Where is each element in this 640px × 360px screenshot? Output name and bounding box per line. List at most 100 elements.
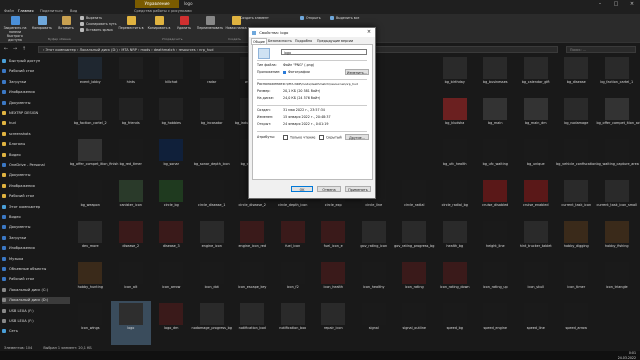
file-item[interactable]: bg_waiting_capture_area [597,137,639,183]
file-item[interactable]: bg_sonar_depth_icon [192,137,233,183]
sidebar-item[interactable]: Быстрый доступ [2,58,40,65]
file-item[interactable]: notification_box [273,301,314,347]
file-item[interactable]: disease_2 [111,219,152,265]
file-item[interactable]: bg_disease [556,55,597,101]
file-item[interactable]: bg_sonar [151,137,192,183]
delete-button[interactable]: Удалить [174,16,194,30]
apply-button[interactable]: Применить [345,186,371,192]
sidebar-item[interactable]: Загрузки [2,79,26,86]
move-to-button[interactable]: Переместить в [118,16,144,30]
filename-field[interactable]: logo [281,49,367,55]
file-item[interactable]: gov_rating_progress_bg [394,219,435,265]
file-item[interactable]: bg_unique [516,137,557,183]
paste-shortcut-button[interactable]: Вставить ярлык [80,28,113,33]
sidebar-item[interactable]: Локальный диск (D:) [2,297,70,305]
file-item[interactable]: engine_icon [192,219,233,265]
file-item[interactable]: speed_engine [475,301,516,347]
file-item[interactable]: hints [111,55,152,101]
file-item[interactable]: icon_dot [192,260,233,306]
file-item[interactable]: notification_bod [232,301,273,347]
context-tab-manage[interactable]: Управление [135,0,179,8]
sidebar-item[interactable]: Загрузки [2,235,26,242]
file-item[interactable]: killchat [151,55,192,101]
file-item[interactable]: icon_rating_up [475,260,516,306]
change-app-button[interactable]: Изменить... [345,69,369,75]
file-item[interactable]: circle_bg [151,178,192,224]
file-item[interactable]: cruise_disabled [475,178,516,224]
sidebar-item[interactable]: Рабочий стол [2,276,34,283]
file-item[interactable]: icon_healthy [354,260,395,306]
ok-button[interactable]: OK [291,186,313,192]
select-all-button[interactable]: Выделить все [330,16,359,21]
cancel-button[interactable]: Отмена [317,186,341,192]
file-item[interactable]: speed_line [516,301,557,347]
sidebar-item[interactable]: Сеть [2,328,18,335]
file-item[interactable]: radar [192,55,233,101]
file-item[interactable]: current_task_icon_small [597,178,637,224]
file-item[interactable]: icon_arrow [151,260,192,306]
forward-arrow-icon[interactable]: → [11,46,19,53]
cut-button[interactable]: Вырезать [80,16,102,21]
back-arrow-icon[interactable]: ← [2,46,10,53]
sidebar-item[interactable]: USB LEXA (F:) [2,308,34,315]
file-item[interactable]: logo [110,301,151,347]
sidebar-item[interactable]: Изображения [2,245,35,252]
file-item[interactable]: cruise_enabled [516,178,557,224]
file-item[interactable]: bg_offer_compet_ition_active [597,96,640,142]
file-item[interactable]: dev_more [70,219,111,265]
sidebar-item[interactable]: hud [2,120,16,127]
open-button[interactable]: Открыть [300,16,321,21]
file-item[interactable]: bg_businesses [475,55,516,101]
sidebar-item[interactable]: Изображения [2,183,35,190]
up-arrow-icon[interactable]: ↑ [20,46,28,53]
paste-button[interactable]: Вставить [55,16,77,30]
file-item[interactable]: bg_incasator [192,96,233,142]
sidebar-item[interactable]: Рабочий стол [2,193,34,200]
file-item[interactable]: icon_rating_down [435,260,476,306]
file-item[interactable]: bg_ufc_health [435,137,476,183]
file-item[interactable]: bg_red_timer [111,137,152,183]
maximize-icon[interactable]: □ [608,0,624,8]
sidebar-item[interactable]: NEXTRP DESIGN [2,110,38,117]
file-item[interactable]: signal [354,301,395,347]
file-item[interactable]: icon_triangle [597,260,638,306]
file-item[interactable]: bg_friends [111,96,152,142]
copy-path-button[interactable]: Скопировать путь [80,22,117,27]
file-item[interactable]: disease_3 [151,219,192,265]
file-item[interactable]: hobby_digging [556,219,597,265]
file-item[interactable]: bg_faction_cartel_2 [70,96,111,142]
file-item[interactable]: bg_weapon [70,178,111,224]
file-item[interactable]: bg_kludsha [435,96,476,142]
sidebar-item[interactable]: Локальный диск (C:) [2,287,48,294]
file-item[interactable]: hint_trucker_tablet [516,219,557,265]
dialog-close-icon[interactable]: × [363,28,375,37]
file-item[interactable]: hobby_hunting [70,260,111,306]
sidebar-item[interactable]: Музыка [2,256,23,263]
advanced-button[interactable]: Другие... [345,134,369,140]
sidebar-item[interactable]: Изображения [2,89,35,96]
sidebar-item[interactable]: USB LEXA (F:) [2,318,34,325]
file-item[interactable]: bg_offer_compet_ition_finish [70,137,118,183]
sidebar-item[interactable]: Видео [2,214,21,221]
file-item[interactable]: repair_icon [313,301,354,347]
sidebar-item[interactable]: OneDrive - Personal [2,162,45,169]
create-item-button[interactable]: Создать элемент [240,16,269,21]
close-icon[interactable]: × [624,0,640,8]
file-item[interactable]: bg_main_dm [516,96,557,142]
file-item[interactable]: circle_radial [394,178,435,224]
clock[interactable]: 0:01 24.03.2022 [618,351,636,360]
file-item[interactable]: nodamage_progress_bg [192,301,233,347]
file-item[interactable]: fuel_icon [273,219,314,265]
file-item[interactable]: canister_icon [111,178,152,224]
file-item[interactable]: height_line [475,219,516,265]
file-item[interactable]: icon_health [313,260,354,306]
file-item[interactable]: bg_hobbies [151,96,192,142]
file-item[interactable]: icon_wings [70,301,111,347]
file-item[interactable]: bg_ufc_waiting [475,137,516,183]
pin-button[interactable]: Закрепить на панели быстрого доступа [2,16,28,42]
file-item[interactable]: bg_vehicle_confiscation [556,137,597,183]
file-item[interactable]: engine_icon_red [232,219,273,265]
sidebar-item[interactable]: Объемные объекты [2,266,46,273]
file-item[interactable]: gov_rating_icon [354,219,395,265]
file-item[interactable]: current_task_icon [556,178,597,224]
